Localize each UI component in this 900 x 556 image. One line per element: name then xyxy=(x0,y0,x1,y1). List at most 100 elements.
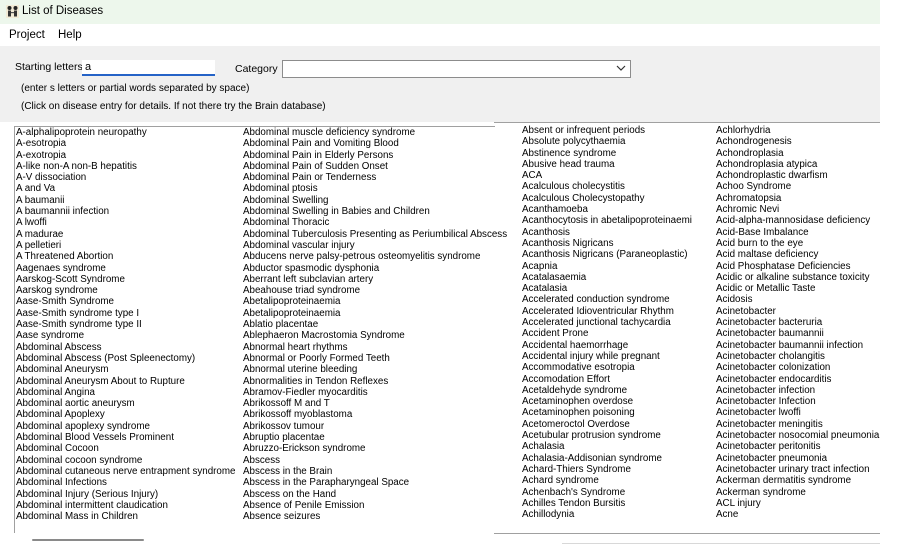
disease-list-item[interactable]: Aarskog syndrome xyxy=(16,285,235,296)
disease-list-item[interactable]: Abnormal uterine bleeding xyxy=(243,364,507,375)
disease-list-item[interactable]: Acidic or alkaline substance toxicity xyxy=(716,272,879,283)
disease-list-item[interactable]: Abnormalities in Tendon Reflexes xyxy=(243,376,507,387)
disease-list-item[interactable]: Abscess xyxy=(243,455,507,466)
disease-list-item[interactable]: ACA xyxy=(522,170,692,181)
disease-list-item[interactable]: Aase-Smith syndrome type II xyxy=(16,319,235,330)
disease-list-item[interactable]: Accelerated junctional tachycardia xyxy=(522,317,692,328)
disease-list-item[interactable]: Acinetobacter cholangitis xyxy=(716,351,879,362)
disease-list-item[interactable]: Accomodation Effort xyxy=(522,374,692,385)
disease-list-item[interactable]: A-V dissociation xyxy=(16,172,235,183)
disease-list-item[interactable]: Abscess in the Parapharyngeal Space xyxy=(243,477,507,488)
disease-list-item[interactable]: Acid-Base Imbalance xyxy=(716,227,879,238)
disease-list-item[interactable]: Abetalipoproteinaemia xyxy=(243,308,507,319)
disease-list-item[interactable]: Aagenaes syndrome xyxy=(16,263,235,274)
disease-list-item[interactable]: Abeahouse triad syndrome xyxy=(243,285,507,296)
disease-list-item[interactable]: Accidental haemorrhage xyxy=(522,340,692,351)
disease-list-item[interactable]: Ackerman syndrome xyxy=(716,487,879,498)
disease-list-item[interactable]: Acinetobacter urinary tract infection xyxy=(716,464,879,475)
disease-list-item[interactable]: Abductor spasmodic dysphonia xyxy=(243,263,507,274)
disease-list-item[interactable]: Acalculous cholecystitis xyxy=(522,181,692,192)
disease-list-item[interactable]: A Threatened Abortion xyxy=(16,251,235,262)
disease-list-item[interactable]: Acapnia xyxy=(522,261,692,272)
disease-list-item[interactable]: Abetalipoproteinaemia xyxy=(243,296,507,307)
disease-list-item[interactable]: Accommodative esotropia xyxy=(522,362,692,373)
disease-list-item[interactable]: Absence seizures xyxy=(243,511,507,522)
disease-list-item[interactable]: Acidosis xyxy=(716,294,879,305)
disease-list-item[interactable]: Acetaldehyde syndrome xyxy=(522,385,692,396)
disease-list-item[interactable]: Acetomeroctol Overdose xyxy=(522,419,692,430)
disease-list-item[interactable]: Achalasia-Addisonian syndrome xyxy=(522,453,692,464)
disease-list-item[interactable]: Acatalasaemia xyxy=(522,272,692,283)
disease-list-item[interactable]: Acid-alpha-mannosidase deficiency xyxy=(716,215,879,226)
disease-list-item[interactable]: Ablephaeron Macrostomia Syndrome xyxy=(243,330,507,341)
disease-list-item[interactable]: A baumanii xyxy=(16,195,235,206)
disease-list-item[interactable]: Acinetobacter colonization xyxy=(716,362,879,373)
disease-list-item[interactable]: Achlorhydria xyxy=(716,125,879,136)
disease-list-item[interactable]: Accelerated Idioventricular Rhythm xyxy=(522,306,692,317)
disease-list-item[interactable]: Achondrogenesis xyxy=(716,136,879,147)
disease-list-item[interactable]: A and Va xyxy=(16,183,235,194)
disease-list-item[interactable]: Abdominal muscle deficiency syndrome xyxy=(243,127,507,138)
menu-project[interactable]: Project xyxy=(9,29,45,41)
disease-list-item[interactable]: Achard-Thiers Syndrome xyxy=(522,464,692,475)
category-dropdown[interactable] xyxy=(282,60,631,78)
disease-list-item[interactable]: Abdominal ptosis xyxy=(243,183,507,194)
disease-list-item[interactable]: Acid Phosphatase Deficiencies xyxy=(716,261,879,272)
disease-list-item[interactable]: Acatalasia xyxy=(522,283,692,294)
disease-list-item[interactable]: Abdominal Mass in Children xyxy=(16,511,235,522)
disease-list-item[interactable]: Abdominal Blood Vessels Prominent xyxy=(16,432,235,443)
disease-list-item[interactable]: Abdominal Tuberculosis Presenting as Per… xyxy=(243,229,507,240)
disease-list-item[interactable]: Abducens nerve palsy-petrous osteomyelit… xyxy=(243,251,507,262)
disease-list-item[interactable]: Acidic or Metallic Taste xyxy=(716,283,879,294)
disease-list-item[interactable]: Acetaminophen poisoning xyxy=(522,407,692,418)
disease-list-item[interactable]: Acne xyxy=(716,509,879,520)
disease-list-item[interactable]: Accelerated conduction syndrome xyxy=(522,294,692,305)
disease-list-item[interactable]: Abdominal Cocoon xyxy=(16,443,235,454)
disease-list-item[interactable]: Aase syndrome xyxy=(16,330,235,341)
disease-list-item[interactable]: Achondroplasia atypica xyxy=(716,159,879,170)
disease-list-item[interactable]: Acid maltase deficiency xyxy=(716,249,879,260)
disease-list-item[interactable]: ACL injury xyxy=(716,498,879,509)
disease-list-item[interactable]: Achondroplastic dwarfism xyxy=(716,170,879,181)
disease-list-item[interactable]: Acinetobacter meningitis xyxy=(716,419,879,430)
disease-list-item[interactable]: Aase-Smith syndrome type I xyxy=(16,308,235,319)
disease-list-item[interactable]: Acetaminophen overdose xyxy=(522,396,692,407)
disease-list-item[interactable]: Abdominal Pain and Vomiting Blood xyxy=(243,138,507,149)
disease-list-item[interactable]: Aarskog-Scott Syndrome xyxy=(16,274,235,285)
disease-list-item[interactable]: Abscess on the Hand xyxy=(243,489,507,500)
disease-list-item[interactable]: Abdominal Apoplexy xyxy=(16,409,235,420)
disease-list-item[interactable]: Abramov-Fiedler myocarditis xyxy=(243,387,507,398)
disease-list-item[interactable]: Abdominal Aneurysm About to Rupture xyxy=(16,376,235,387)
disease-list-item[interactable]: Abdominal Pain or Tenderness xyxy=(243,172,507,183)
disease-list-item[interactable]: Abdominal cutaneous nerve entrapment syn… xyxy=(16,466,235,477)
disease-list-item[interactable]: Abdominal Swelling xyxy=(243,195,507,206)
disease-list-item[interactable]: A madurae xyxy=(16,229,235,240)
disease-list-item[interactable]: Abdominal Thoracic xyxy=(243,217,507,228)
disease-list-item[interactable]: Abdominal aortic aneurysm xyxy=(16,398,235,409)
disease-list-item[interactable]: A-alphalipoprotein neuropathy xyxy=(16,127,235,138)
disease-list-item[interactable]: Accidental injury while pregnant xyxy=(522,351,692,362)
horizontal-scrollbar[interactable] xyxy=(32,539,144,541)
disease-list-item[interactable]: Ackerman dermatitis syndrome xyxy=(716,475,879,486)
disease-list-item[interactable]: Abdominal cocoon syndrome xyxy=(16,455,235,466)
disease-list-item[interactable]: Achondroplasia xyxy=(716,148,879,159)
disease-list-item[interactable]: Achromic Nevi xyxy=(716,204,879,215)
disease-list-item[interactable]: A-exotropia xyxy=(16,150,235,161)
disease-list-item[interactable]: Abrikossov tumour xyxy=(243,421,507,432)
disease-list-item[interactable]: Acanthosis Nigricans xyxy=(522,238,692,249)
disease-list-item[interactable]: Acinetobacter nosocomial pneumonia xyxy=(716,430,879,441)
disease-list-item[interactable]: Abstinence syndrome xyxy=(522,148,692,159)
disease-list-item[interactable]: Abnormal heart rhythms xyxy=(243,342,507,353)
disease-list-item[interactable]: Aase-Smith Syndrome xyxy=(16,296,235,307)
disease-list-item[interactable]: Abdominal Swelling in Babies and Childre… xyxy=(243,206,507,217)
disease-list-item[interactable]: Aberrant left subclavian artery xyxy=(243,274,507,285)
disease-list-item[interactable]: Absolute polycythaemia xyxy=(522,136,692,147)
disease-list-item[interactable]: Abdominal vascular injury xyxy=(243,240,507,251)
disease-list-item[interactable]: Abscess in the Brain xyxy=(243,466,507,477)
menu-help[interactable]: Help xyxy=(58,29,82,41)
disease-list-item[interactable]: Acanthosis xyxy=(522,227,692,238)
disease-list-item[interactable]: Acinetobacter infection xyxy=(716,385,879,396)
disease-list-item[interactable]: Abrikossoff M and T xyxy=(243,398,507,409)
disease-list-item[interactable]: A-esotropia xyxy=(16,138,235,149)
disease-list-item[interactable]: Abruptio placentae xyxy=(243,432,507,443)
